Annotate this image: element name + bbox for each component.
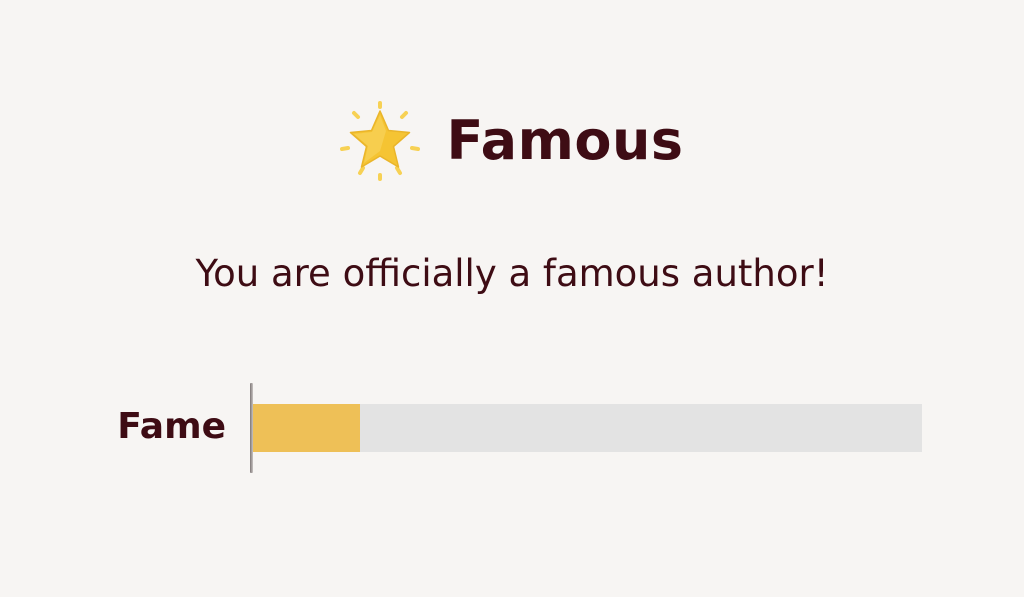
glowing-star-icon [340,101,421,181]
fame-stat-row: Fame [0,380,1024,475]
achievement-message: You are officially a famous author! [195,252,829,295]
fame-stat-label: Fame [117,406,226,447]
fame-progress-fill [253,404,361,452]
achievement-header: Famous [0,96,1024,186]
achievement-title: Famous [446,109,684,172]
achievement-screen: Famous You are officially a famous autho… [0,0,1024,597]
fame-progress-track [253,404,922,452]
